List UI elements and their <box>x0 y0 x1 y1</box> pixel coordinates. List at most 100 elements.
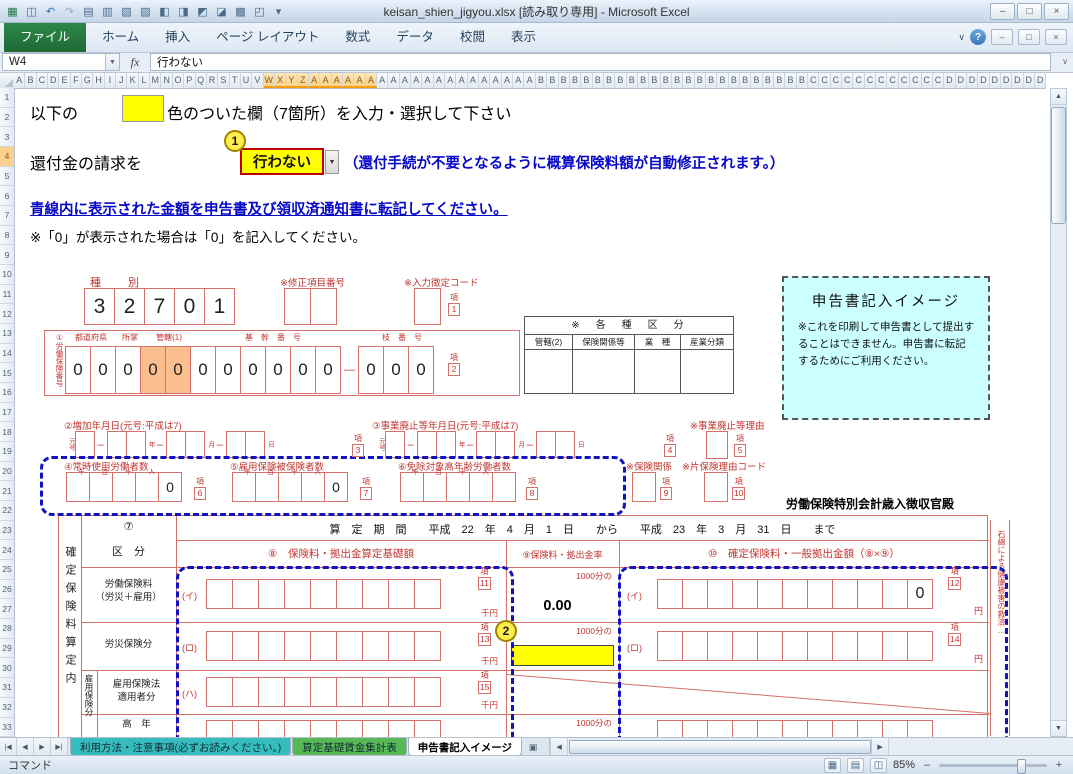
row-header[interactable]: 23 <box>0 521 14 541</box>
row-header[interactable]: 3 <box>0 127 14 148</box>
form-cell[interactable] <box>112 472 136 502</box>
row-header[interactable]: 26 <box>0 580 14 600</box>
column-header[interactable]: C <box>865 72 877 88</box>
form-cell[interactable] <box>232 677 259 707</box>
column-header[interactable]: C <box>37 72 49 88</box>
form-cell[interactable] <box>388 677 415 707</box>
form-cell[interactable] <box>284 579 311 609</box>
column-header[interactable]: Z <box>297 72 309 88</box>
row-header[interactable]: 32 <box>0 698 14 718</box>
name-box-dropdown-icon[interactable]: ▼ <box>106 53 120 71</box>
form-cell[interactable] <box>384 431 405 458</box>
column-header[interactable]: A <box>331 72 343 88</box>
redo-icon[interactable]: ↷ <box>61 4 78 20</box>
column-header[interactable]: A <box>388 72 400 88</box>
ribbon-collapse-icon[interactable]: ∨ <box>958 32 965 43</box>
form-cell[interactable] <box>258 720 285 737</box>
column-header[interactable]: B <box>536 72 548 88</box>
zoom-slider-thumb[interactable] <box>1016 758 1026 774</box>
column-header[interactable]: V <box>252 72 264 88</box>
form-cell[interactable] <box>258 631 285 661</box>
form-cell[interactable]: 0 <box>408 346 434 394</box>
row-header[interactable]: 12 <box>0 304 14 325</box>
form-cell[interactable] <box>706 431 728 459</box>
column-header[interactable]: B <box>797 72 809 88</box>
form-cell[interactable] <box>857 720 883 737</box>
dropdown-arrow-icon[interactable]: ▼ <box>325 150 339 174</box>
row-header[interactable]: 1 <box>0 88 14 108</box>
next-sheet-icon[interactable]: ▶ <box>34 738 51 756</box>
form-cell[interactable] <box>232 472 256 502</box>
column-header[interactable]: K <box>127 72 139 88</box>
column-header[interactable]: A <box>490 72 502 88</box>
form-cell[interactable]: 0 <box>140 346 166 394</box>
column-header[interactable]: Q <box>196 72 207 88</box>
normal-view-icon[interactable]: ▦ <box>823 757 841 773</box>
category-cell[interactable] <box>525 350 573 393</box>
form-cell[interactable] <box>125 431 146 458</box>
row-header[interactable]: 24 <box>0 540 14 561</box>
form-cell[interactable] <box>166 431 187 458</box>
form-cell[interactable] <box>284 631 311 661</box>
form-cell[interactable] <box>336 720 363 737</box>
column-header[interactable]: D <box>48 72 60 88</box>
column-header[interactable]: B <box>615 72 627 88</box>
column-header[interactable]: C <box>831 72 843 88</box>
form-cell[interactable] <box>310 720 337 737</box>
form-cell[interactable] <box>416 431 437 458</box>
category-cell[interactable] <box>635 350 681 393</box>
form-cell[interactable] <box>336 631 363 661</box>
column-header[interactable]: B <box>774 72 786 88</box>
form-cell[interactable] <box>414 677 441 707</box>
form-cell[interactable] <box>707 631 733 661</box>
column-header[interactable]: A <box>524 72 536 88</box>
row-header[interactable]: 17 <box>0 403 14 423</box>
form-cell[interactable]: 0 <box>907 579 933 609</box>
column-header[interactable]: A <box>308 72 321 88</box>
form-cell[interactable]: 3 <box>84 288 115 325</box>
qat-custom-5-icon[interactable]: ◧ <box>156 4 173 20</box>
form-cell[interactable] <box>388 579 415 609</box>
qat-custom-4-icon[interactable]: ▨ <box>137 4 154 20</box>
row-header[interactable]: 25 <box>0 560 14 580</box>
form-cell[interactable] <box>258 579 285 609</box>
column-header[interactable]: C <box>876 72 888 88</box>
form-cell[interactable] <box>495 431 516 458</box>
form-cell[interactable]: 7 <box>144 288 175 325</box>
column-header[interactable]: S <box>218 72 230 88</box>
row-header[interactable]: 18 <box>0 422 14 443</box>
column-header[interactable]: D <box>1035 72 1046 88</box>
name-box[interactable]: W4 <box>2 53 106 71</box>
undo-icon[interactable]: ↶ <box>42 4 59 20</box>
row-header[interactable]: 7 <box>0 206 14 226</box>
column-header[interactable]: A <box>422 72 434 88</box>
form-cell[interactable] <box>336 677 363 707</box>
scroll-down-icon[interactable]: ▼ <box>1051 720 1066 736</box>
column-header[interactable]: M <box>150 72 162 88</box>
form-cell[interactable] <box>232 631 259 661</box>
form-cell[interactable] <box>206 631 233 661</box>
form-cell[interactable] <box>469 472 493 502</box>
form-cell[interactable] <box>301 472 325 502</box>
row-header[interactable]: 27 <box>0 599 14 620</box>
maximize-button[interactable]: □ <box>1017 3 1042 20</box>
column-header[interactable]: J <box>116 72 128 88</box>
column-header[interactable]: A <box>445 72 457 88</box>
column-header[interactable]: D <box>1001 72 1013 88</box>
form-cell[interactable] <box>206 677 233 707</box>
page-break-view-icon[interactable]: ◫ <box>869 757 887 773</box>
insert-function-icon[interactable]: fx <box>120 52 150 72</box>
column-header[interactable]: B <box>706 72 718 88</box>
form-cell[interactable] <box>310 631 337 661</box>
ribbon-tab-2[interactable]: 挿入 <box>152 20 203 52</box>
qat-custom-2-icon[interactable]: ▥ <box>99 4 116 20</box>
form-cell[interactable] <box>310 579 337 609</box>
column-header[interactable]: B <box>672 72 684 88</box>
column-header[interactable]: B <box>785 72 797 88</box>
first-sheet-icon[interactable]: |◀ <box>0 738 17 756</box>
column-header[interactable]: B <box>570 72 582 88</box>
form-cell[interactable] <box>74 431 95 458</box>
column-header[interactable]: A <box>377 72 389 88</box>
close-button[interactable]: × <box>1044 3 1069 20</box>
column-header[interactable]: A <box>513 72 525 88</box>
